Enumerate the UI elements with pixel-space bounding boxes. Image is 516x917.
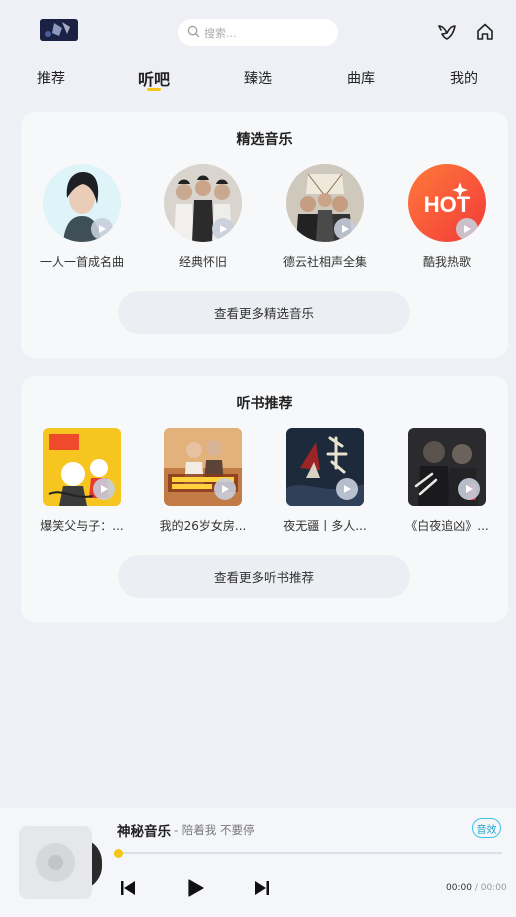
more-music-button[interactable]: 查看更多精选音乐	[118, 291, 410, 334]
avatar[interactable]	[40, 19, 78, 41]
item-label: 一人一首成名曲	[39, 255, 124, 269]
play-icon[interactable]	[214, 478, 236, 500]
current-time: 00:00	[446, 883, 472, 893]
play-icon[interactable]	[212, 218, 234, 240]
playlist-item[interactable]: 一人一首成名曲	[32, 164, 132, 274]
item-label: 《白夜追凶》...	[405, 519, 489, 533]
tab-bar: 推荐 听吧 臻选 曲库 我的	[0, 62, 516, 96]
progress-handle[interactable]	[114, 849, 123, 858]
item-label: 经典怀旧	[178, 255, 227, 269]
progress-bar[interactable]	[118, 852, 502, 854]
tab-library[interactable]: 曲库	[347, 68, 375, 88]
audiobook-cover	[164, 428, 242, 506]
audiobook-cover	[286, 428, 364, 506]
song-subtitle: - 陪着我 不要停	[174, 823, 255, 837]
item-label: 爆笑父与子：...	[40, 519, 124, 533]
play-icon[interactable]	[458, 478, 480, 500]
audiobook-item[interactable]: 《白夜追凶》...	[397, 428, 497, 538]
play-icon[interactable]	[93, 478, 115, 500]
time-separator: /	[474, 883, 478, 893]
tab-zhenxuan[interactable]: 臻选	[244, 68, 272, 88]
hot-badge-text: HOT	[424, 192, 471, 217]
time-display: 00:00 / 00:00	[446, 883, 507, 893]
playlist-cover	[286, 164, 364, 242]
audiobook-card: 听书推荐 爆笑父与子：... 我的26岁女房... 夜无疆丨多人... 《白夜追…	[21, 376, 508, 622]
playlist-item[interactable]: 经典怀旧	[153, 164, 253, 274]
home-icon[interactable]	[474, 21, 496, 43]
top-bar: 搜索...	[0, 0, 516, 62]
search-input[interactable]: 搜索...	[178, 19, 338, 46]
playlist-item[interactable]: HOT 酷我热歌	[397, 164, 497, 274]
bird-icon[interactable]	[436, 21, 458, 43]
audiobook-cover	[43, 428, 121, 506]
audiobook-item[interactable]: 夜无疆丨多人...	[275, 428, 375, 538]
tab-tingba[interactable]: 听吧	[138, 66, 170, 90]
previous-icon[interactable]	[118, 878, 138, 898]
search-icon	[187, 23, 200, 42]
section-title: 精选音乐	[236, 132, 293, 148]
section-title: 听书推荐	[236, 396, 293, 412]
album-art[interactable]	[19, 826, 92, 899]
item-label: 夜无疆丨多人...	[283, 519, 367, 533]
mini-player: 神秘音乐 - 陪着我 不要停 音效 00:00 / 00:00	[0, 808, 516, 917]
audiobook-item[interactable]: 爆笑父与子：...	[32, 428, 132, 538]
tab-recommend[interactable]: 推荐	[37, 68, 65, 88]
playlist-cover: HOT	[408, 164, 486, 242]
play-icon[interactable]	[336, 478, 358, 500]
audiobook-cover	[408, 428, 486, 506]
playlist-item[interactable]: 德云社相声全集	[275, 164, 375, 274]
featured-music-card: 精选音乐 一人一首成名曲 经典怀旧 德云社相声全集 HOT 酷我热歌 查看更多精…	[21, 112, 508, 358]
play-icon[interactable]	[456, 218, 478, 240]
item-label: 德云社相声全集	[282, 255, 367, 269]
item-label: 我的26岁女房...	[159, 519, 247, 533]
next-icon[interactable]	[252, 878, 272, 898]
tab-mine[interactable]: 我的	[450, 68, 478, 88]
sound-effect-button[interactable]: 音效	[472, 818, 501, 838]
play-icon[interactable]	[334, 218, 356, 240]
playlist-cover	[164, 164, 242, 242]
play-icon[interactable]	[185, 878, 205, 898]
item-label: 酷我热歌	[422, 255, 471, 269]
song-title: 神秘音乐	[117, 824, 171, 840]
more-audiobooks-button[interactable]: 查看更多听书推荐	[118, 555, 410, 598]
app-screen: 搜索... 推荐 听吧 臻选 曲库 我的 精选音乐 一人一首成名曲 经典怀旧 德…	[0, 0, 516, 917]
play-icon[interactable]	[91, 218, 113, 240]
active-tab-indicator	[147, 88, 161, 91]
audiobook-item[interactable]: 我的26岁女房...	[153, 428, 253, 538]
search-placeholder: 搜索...	[204, 26, 237, 40]
total-time: 00:00	[480, 883, 507, 893]
disc-icon	[36, 843, 75, 882]
playlist-cover	[43, 164, 121, 242]
